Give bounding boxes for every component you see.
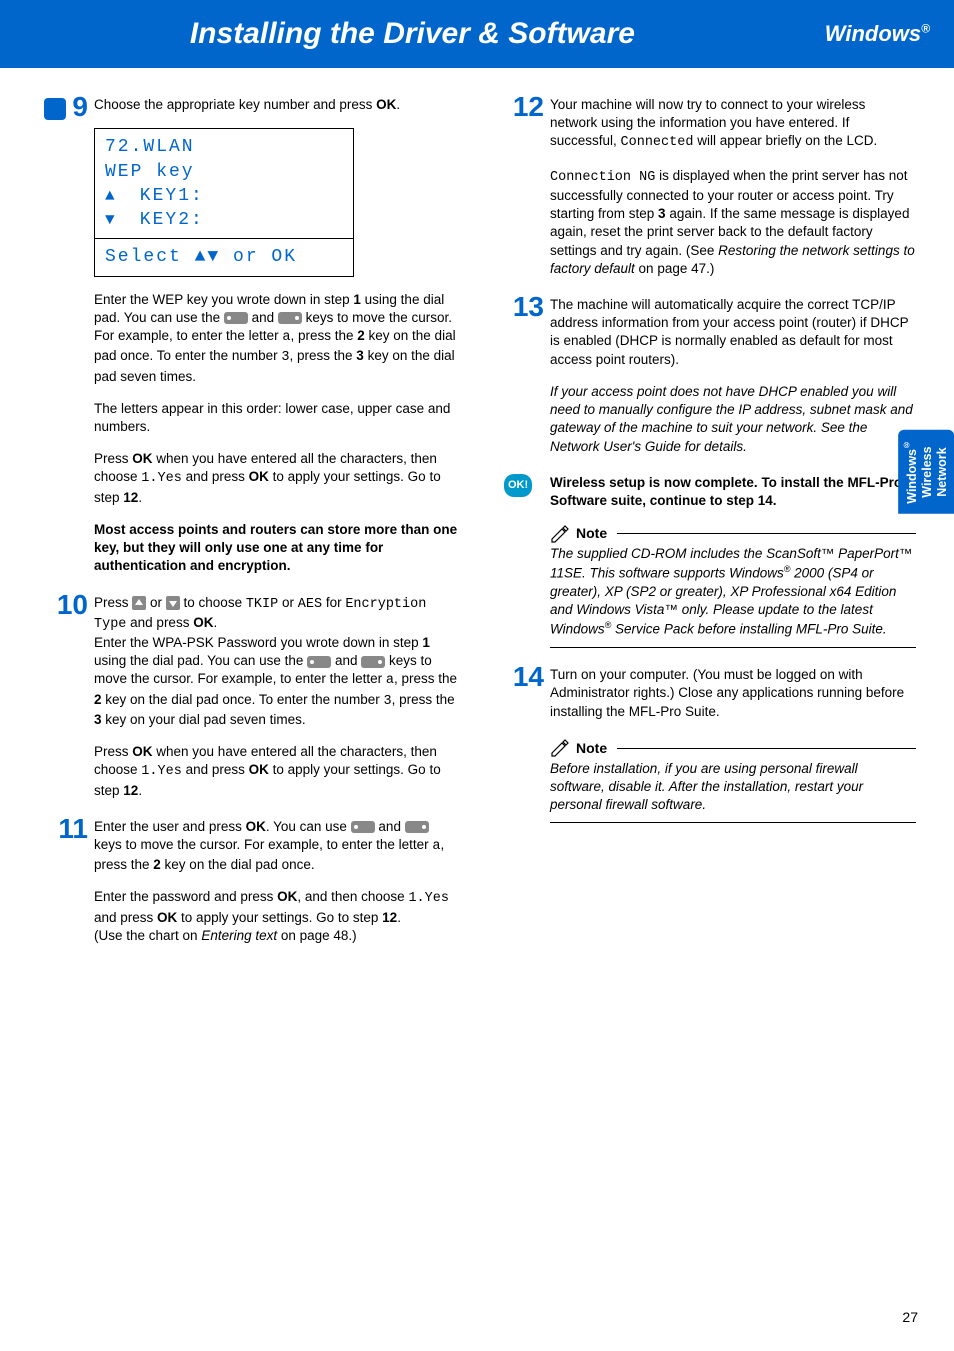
left-arrow-key-icon [307, 656, 331, 668]
content-area: 9 Choose the appropriate key number and … [0, 68, 954, 963]
left-arrow-key-icon [351, 821, 375, 833]
lcd-select-line: Select ▲▼ or OK [95, 238, 353, 275]
ok-callout: OK! Wireless setup is now complete. To i… [550, 474, 916, 510]
step14-p1: Turn on your computer. (You must be logg… [550, 666, 916, 721]
pencil-icon [550, 739, 570, 757]
step-11: 11 Enter the user and press OK. You can … [94, 818, 460, 945]
note-end-rule [550, 822, 916, 823]
step-number-12: 12 [494, 88, 544, 126]
step9-p2: Enter the WEP key you wrote down in step… [94, 291, 460, 386]
lcd-line-1: 72.WLAN [105, 135, 343, 159]
step-number-14: 14 [494, 658, 544, 696]
step10-p1: Press or to choose TKIP or AES for Encry… [94, 594, 460, 730]
step-14: 14 Turn on your computer. (You must be l… [550, 666, 916, 721]
step-number-11: 11 [38, 810, 88, 848]
step9-p4: Press OK when you have entered all the c… [94, 450, 460, 507]
lcd-line-4: ▼ KEY2: [105, 208, 343, 232]
note-head: Note [550, 524, 916, 543]
side-tab: Windows® Wireless Network [898, 430, 954, 514]
step12-p2: Connection NG is displayed when the prin… [550, 167, 916, 278]
note2-body: Before installation, if you are using pe… [550, 760, 916, 815]
up-key-icon [132, 596, 146, 610]
right-arrow-key-icon [278, 312, 302, 324]
step-number-13: 13 [494, 288, 544, 326]
down-key-icon [166, 596, 180, 610]
page-header: Installing the Driver & Software Windows… [0, 0, 954, 68]
lcd-display: 72.WLAN WEP key ▲ KEY1: ▼ KEY2: Select ▲… [94, 128, 354, 276]
note-rule-icon [617, 748, 916, 749]
step12-p1: Your machine will now try to connect to … [550, 96, 916, 153]
step11-p1: Enter the user and press OK. You can use… [94, 818, 460, 875]
page-title: Installing the Driver & Software [0, 14, 825, 55]
step9-intro: Choose the appropriate key number and pr… [94, 96, 460, 114]
lcd-line-3: ▲ KEY1: [105, 184, 343, 208]
step9-p3: The letters appear in this order: lower … [94, 400, 460, 436]
ok-callout-text: Wireless setup is now complete. To insta… [550, 474, 916, 510]
step9-p5: Most access points and routers can store… [94, 521, 460, 576]
note-block-1: Note The supplied CD-ROM includes the Sc… [550, 524, 916, 648]
step-10: 10 Press or to choose TKIP or AES for En… [94, 594, 460, 800]
left-column: 9 Choose the appropriate key number and … [38, 96, 460, 963]
note-head: Note [550, 739, 916, 758]
note1-body: The supplied CD-ROM includes the ScanSof… [550, 545, 916, 639]
note-rule-icon [617, 533, 916, 534]
note-title: Note [576, 739, 607, 758]
page-number: 27 [902, 1308, 918, 1327]
step-number-10: 10 [38, 586, 88, 624]
note-end-rule [550, 647, 916, 648]
platform-label: Windows® [825, 19, 930, 49]
step-9: 9 Choose the appropriate key number and … [94, 96, 460, 576]
step-icon [44, 98, 66, 120]
right-arrow-key-icon [361, 656, 385, 668]
step10-p3: Press OK when you have entered all the c… [94, 743, 460, 800]
step13-p1: The machine will automatically acquire t… [550, 296, 916, 369]
right-arrow-key-icon [405, 821, 429, 833]
left-arrow-key-icon [224, 312, 248, 324]
step13-p2: If your access point does not have DHCP … [550, 383, 916, 456]
step-number-9: 9 [38, 88, 88, 126]
step11-p2: Enter the password and press OK, and the… [94, 888, 460, 945]
lcd-line-2: WEP key [105, 160, 343, 184]
pencil-icon [550, 525, 570, 543]
step-12: 12 Your machine will now try to connect … [550, 96, 916, 278]
step-13: 13 The machine will automatically acquir… [550, 296, 916, 456]
lcd-top: 72.WLAN WEP key ▲ KEY1: ▼ KEY2: [95, 129, 353, 238]
note-block-2: Note Before installation, if you are usi… [550, 739, 916, 824]
note-title: Note [576, 524, 607, 543]
ok-badge-icon: OK! [504, 474, 532, 497]
right-column: 12 Your machine will now try to connect … [494, 96, 916, 963]
